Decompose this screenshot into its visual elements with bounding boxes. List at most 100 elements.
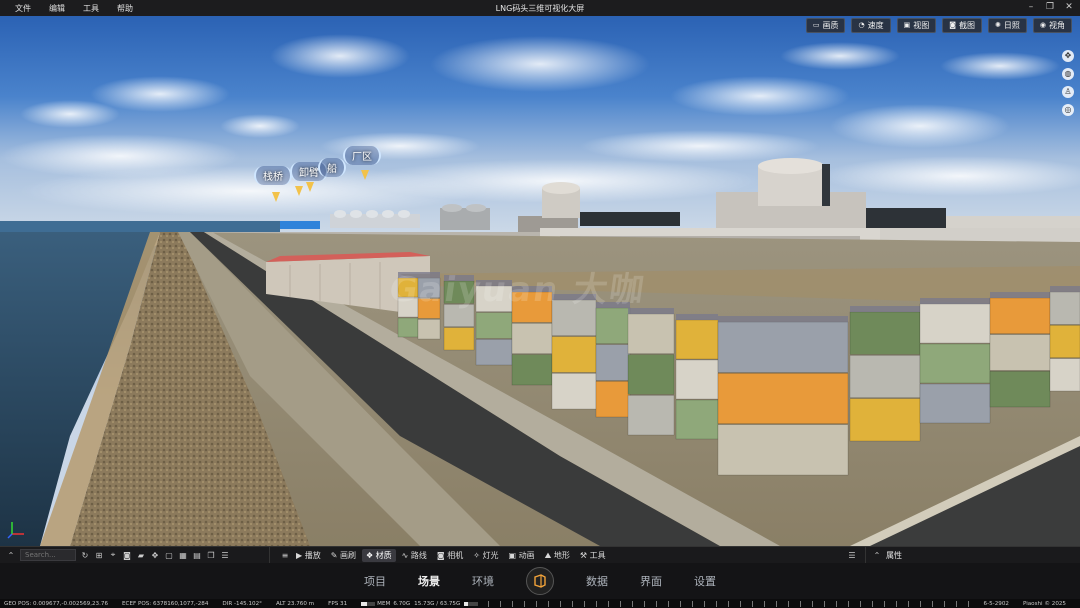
arm-pin-icon[interactable]: [295, 186, 303, 196]
container-roof: [418, 272, 440, 278]
nav-settings[interactable]: 设置: [694, 573, 716, 589]
grid-icon[interactable]: ▦: [178, 551, 188, 560]
menu-tools[interactable]: 工具: [74, 3, 108, 14]
nav-project[interactable]: 项目: [364, 573, 386, 589]
nav-interface[interactable]: 界面: [640, 573, 662, 589]
fps: FPS 31: [328, 600, 348, 607]
quality-button[interactable]: ▭ 画质: [805, 18, 846, 33]
tab-play[interactable]: ▶ 播放: [292, 549, 325, 562]
sunlight-button[interactable]: ✺ 日照: [988, 18, 1027, 33]
restore-icon[interactable]: ❐: [1045, 2, 1055, 13]
map-label-plant[interactable]: 厂区: [343, 146, 381, 165]
container-block: [443, 327, 475, 351]
globe-icon[interactable]: ◍: [1062, 68, 1074, 80]
container-roof: [920, 298, 990, 304]
focus-icon[interactable]: ⌖: [108, 550, 118, 560]
copy-icon[interactable]: ❐: [206, 551, 216, 560]
add-icon[interactable]: ⊞: [94, 551, 104, 560]
camera-icon[interactable]: ◙: [122, 551, 132, 560]
menu-file[interactable]: 文件: [6, 3, 40, 14]
list-icon[interactable]: ☰: [220, 551, 230, 560]
container-block: [717, 321, 849, 373]
container-block: [627, 395, 675, 436]
container-block: [511, 323, 553, 354]
container-block: [717, 373, 849, 424]
container-roof: [552, 294, 596, 300]
image-icon[interactable]: ▤: [192, 551, 202, 560]
collapse-icon[interactable]: ⌃: [6, 551, 16, 560]
container-block: [397, 277, 419, 298]
container-block: [551, 299, 597, 336]
animation-icon: ▣: [508, 550, 519, 560]
container-block: [675, 319, 719, 360]
container-block: [551, 373, 597, 410]
container-block: [627, 313, 675, 354]
search-input[interactable]: [20, 549, 76, 561]
earth-icon[interactable]: ◎: [1062, 104, 1074, 116]
map-label-ship[interactable]: 船: [318, 158, 346, 177]
tab-camera[interactable]: ◙ 相机: [433, 549, 467, 562]
close-icon[interactable]: ✕: [1064, 2, 1074, 13]
menu-help[interactable]: 帮助: [108, 3, 142, 14]
tab-material[interactable]: ❖ 材质: [361, 548, 396, 562]
screenshot-button[interactable]: ◙ 截图: [942, 18, 983, 33]
tab-terrain[interactable]: ⛰ 地形: [541, 549, 574, 562]
container-roof: [512, 286, 552, 292]
refresh-icon[interactable]: ↻: [80, 551, 90, 560]
move-icon[interactable]: ✥: [150, 551, 160, 560]
tab-brush[interactable]: ✎ 画刷: [327, 549, 360, 562]
box-icon[interactable]: ▢: [164, 551, 174, 560]
app-logo[interactable]: [526, 567, 554, 595]
3d-viewport[interactable]: Gaiyuan 大咖 栈桥 卸臂 船 厂区 ▭画质 ◔速度 ▣视图 ◙截图 ✺日…: [0, 16, 1080, 546]
container-block: [989, 297, 1051, 334]
folder-icon[interactable]: ▰: [136, 551, 146, 560]
map-label-trestle[interactable]: 栈桥: [254, 166, 292, 185]
view-button[interactable]: ▣ 视图: [896, 18, 937, 33]
nav-data[interactable]: 数据: [586, 573, 608, 589]
trestle-pin-icon[interactable]: [272, 192, 280, 202]
container-block: [675, 399, 719, 440]
ship-pin-icon[interactable]: [306, 182, 314, 192]
plant-pin-icon[interactable]: [361, 170, 369, 180]
speed-icon: ◔: [858, 21, 865, 29]
minimize-icon[interactable]: –: [1026, 2, 1036, 13]
speed-button[interactable]: ◔ 速度: [851, 18, 891, 33]
geo-position: GEO POS: 0.009677,-0.002569,23.76: [4, 600, 109, 607]
timeline-ruler[interactable]: [488, 600, 976, 607]
gpu-bar: [464, 601, 479, 606]
compass-icon[interactable]: ✥: [1062, 50, 1074, 62]
perspective-button[interactable]: ◉ 视角: [1032, 18, 1072, 33]
container-roof: [718, 316, 848, 322]
container-roof: [444, 275, 474, 281]
mem-value: 6.70G: [393, 600, 411, 607]
view-toolbar: ▭ 画质 ◔ 速度 ▣ 视图 ◙ 截图 ✺ 日照 ◉ 视角: [805, 18, 1072, 33]
menu-edit[interactable]: 编辑: [40, 3, 74, 14]
container-block: [475, 285, 513, 312]
container-roof: [398, 272, 418, 278]
container-roof: [596, 302, 630, 308]
container-block: [849, 311, 921, 355]
tab-animation[interactable]: ▣ 动画: [504, 549, 538, 562]
ecef-position: ECEF POS: 6378160,1077,-284: [122, 600, 209, 607]
panel-menu-icon[interactable]: ≡: [280, 551, 290, 560]
port-scene: [0, 16, 1080, 546]
container-block: [989, 371, 1051, 408]
container-block: [417, 277, 441, 298]
tab-route[interactable]: ∿ 路线: [398, 549, 431, 562]
container-block: [1049, 325, 1080, 358]
container-block: [443, 304, 475, 327]
person-icon[interactable]: ♙: [1062, 86, 1074, 98]
container-block: [1049, 291, 1080, 325]
properties-header: ⌃ 属性: [865, 546, 1080, 564]
container-block: [595, 381, 631, 418]
brand-label: Piaoshi © 2025: [1022, 600, 1066, 607]
tab-tools[interactable]: ⚒ 工具: [576, 549, 610, 562]
panel-list-icon[interactable]: ☰: [847, 551, 857, 560]
direction: DIR -145.102°: [222, 600, 262, 607]
nav-scene[interactable]: 场景: [418, 573, 440, 589]
eye-icon: ◉: [1039, 21, 1046, 29]
collapse-icon[interactable]: ⌃: [872, 551, 882, 560]
nav-environment[interactable]: 环境: [472, 573, 494, 589]
axis-gizmo-icon: [7, 522, 24, 539]
tab-light[interactable]: ✧ 灯光: [469, 549, 502, 562]
